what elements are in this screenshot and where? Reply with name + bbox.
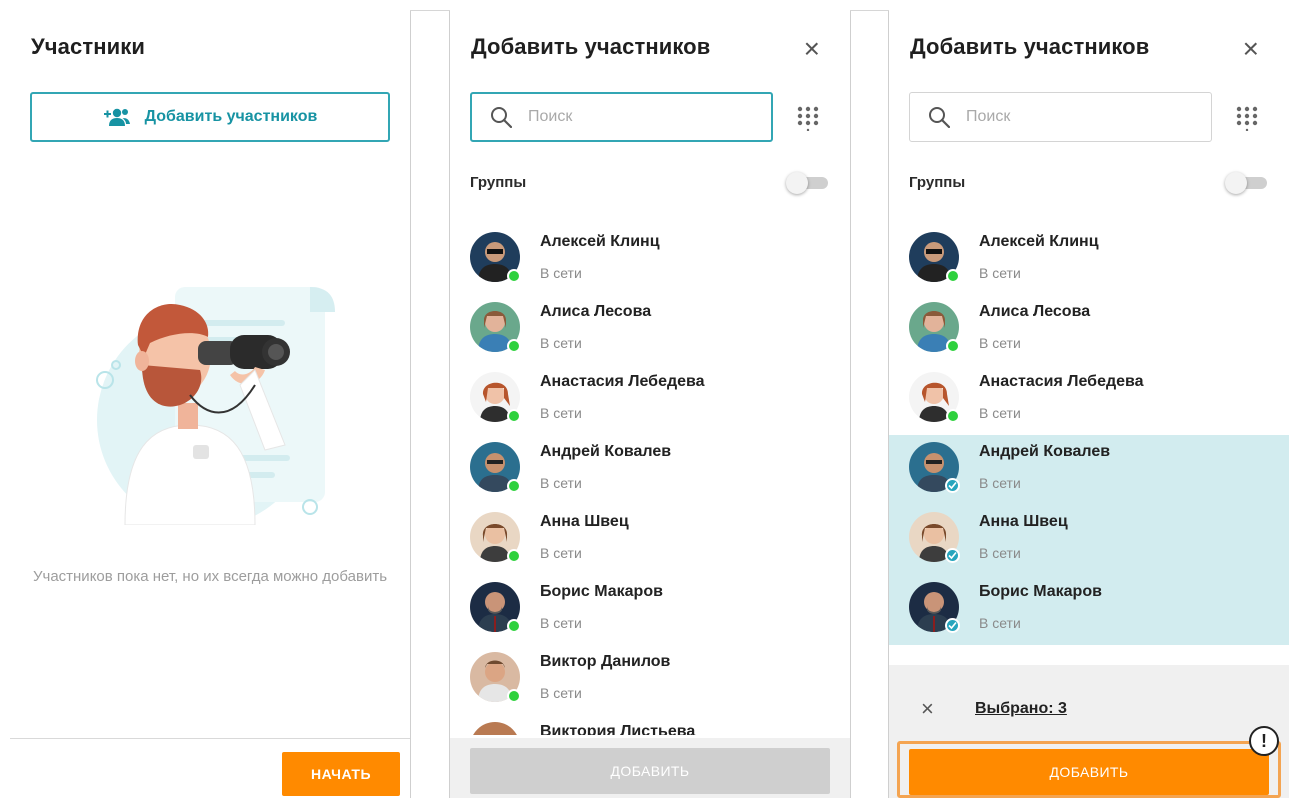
add-participants-label: Добавить участников bbox=[144, 108, 318, 125]
contact-name: Анна Швец bbox=[979, 513, 1068, 530]
contact-item[interactable]: Алиса Лесова В сети bbox=[889, 295, 1289, 365]
check-icon bbox=[945, 548, 960, 563]
contact-name: Анастасия Лебедева bbox=[540, 373, 705, 390]
contact-item-selected[interactable]: Андрей Ковалев В сети bbox=[889, 435, 1289, 505]
selected-count-link[interactable]: Выбрано: 3 bbox=[975, 700, 1067, 718]
contact-item-selected[interactable]: Анна Швец В сети bbox=[889, 505, 1289, 575]
online-status-dot bbox=[946, 269, 960, 283]
participants-panel: Участники Добавить участников Участников… bbox=[10, 10, 410, 798]
contact-status: В сети bbox=[540, 545, 582, 561]
close-icon[interactable]: × bbox=[921, 696, 934, 722]
page-title: Добавить участников bbox=[910, 34, 1150, 59]
contact-item[interactable]: Виктор Данилов В сети bbox=[450, 645, 850, 715]
contact-name: Борис Макаров bbox=[540, 583, 663, 600]
add-participants-button[interactable]: Добавить участников bbox=[30, 92, 390, 142]
toggle-knob bbox=[786, 172, 808, 194]
contact-item[interactable]: Борис Макаров В сети bbox=[450, 575, 850, 645]
contact-name: Алиса Лесова bbox=[540, 303, 652, 320]
contact-item[interactable]: Андрей Ковалев В сети bbox=[450, 435, 850, 505]
warning-icon: ! bbox=[1249, 726, 1279, 756]
close-icon[interactable]: × bbox=[1243, 35, 1259, 63]
contact-item[interactable]: Анастасия Лебедева В сети bbox=[889, 365, 1289, 435]
panel-footer: ДОБАВИТЬ bbox=[450, 738, 850, 798]
toggle-knob bbox=[1225, 172, 1247, 194]
contact-item[interactable]: Анна Швец В сети bbox=[450, 505, 850, 575]
contact-name: Алексей Клинц bbox=[979, 233, 1099, 250]
groups-label: Группы bbox=[470, 174, 527, 191]
close-icon[interactable]: × bbox=[804, 35, 820, 63]
search-icon bbox=[491, 107, 512, 128]
search-input[interactable] bbox=[966, 108, 1166, 126]
contact-name: Алиса Лесова bbox=[979, 303, 1091, 320]
panel-footer: НАЧАТЬ bbox=[10, 738, 410, 798]
contact-name: Алексей Клинц bbox=[540, 233, 660, 250]
contact-item[interactable]: Алексей Клинц В сети bbox=[889, 225, 1289, 295]
contact-name: Виктория Листьева bbox=[540, 723, 696, 735]
online-status-dot bbox=[507, 479, 521, 493]
divider bbox=[410, 10, 411, 798]
add-button[interactable]: ДОБАВИТЬ bbox=[909, 749, 1269, 795]
contact-status: В сети bbox=[979, 335, 1021, 351]
page-title: Добавить участников bbox=[471, 34, 711, 59]
dialpad-icon[interactable] bbox=[795, 105, 821, 131]
add-users-icon bbox=[103, 108, 130, 126]
online-status-dot bbox=[507, 409, 521, 423]
binoculars-illustration bbox=[96, 287, 335, 525]
contact-status: В сети bbox=[979, 545, 1021, 561]
add-participants-panel: Добавить участников × Группы Алексей Кли… bbox=[450, 10, 850, 798]
online-status-dot bbox=[507, 549, 521, 563]
contact-name: Борис Макаров bbox=[979, 583, 1102, 600]
check-icon bbox=[945, 478, 960, 493]
contact-status: В сети bbox=[540, 615, 582, 631]
contact-name: Андрей Ковалев bbox=[979, 443, 1111, 460]
add-participants-panel-selected: Добавить участников × Группы Алексей Кли… bbox=[889, 10, 1289, 798]
search-input[interactable] bbox=[528, 108, 728, 126]
contact-item[interactable]: Алиса Лесова В сети bbox=[450, 295, 850, 365]
contact-item[interactable]: Анастасия Лебедева В сети bbox=[450, 365, 850, 435]
online-status-dot bbox=[946, 409, 960, 423]
contact-list: Алексей Клинц В сети Алиса Лесова В сети… bbox=[450, 225, 850, 735]
online-status-dot bbox=[507, 689, 521, 703]
contact-status: В сети bbox=[979, 405, 1021, 421]
contact-item-selected[interactable]: Борис Макаров В сети bbox=[889, 575, 1289, 645]
contact-status: В сети bbox=[979, 265, 1021, 281]
search-field[interactable] bbox=[470, 92, 773, 142]
contact-list: Алексей Клинц В сети Алиса Лесова В сети… bbox=[889, 225, 1289, 645]
contact-status: В сети bbox=[540, 405, 582, 421]
avatar bbox=[470, 722, 520, 735]
online-status-dot bbox=[507, 339, 521, 353]
groups-label: Группы bbox=[909, 174, 966, 191]
contact-name: Виктор Данилов bbox=[540, 653, 671, 670]
contact-name: Анастасия Лебедева bbox=[979, 373, 1144, 390]
search-icon bbox=[929, 107, 950, 128]
online-status-dot bbox=[507, 269, 521, 283]
search-field[interactable] bbox=[909, 92, 1212, 142]
groups-toggle[interactable] bbox=[1225, 172, 1267, 194]
contact-status: В сети bbox=[540, 475, 582, 491]
contact-status: В сети bbox=[540, 335, 582, 351]
groups-toggle[interactable] bbox=[786, 172, 828, 194]
selection-footer: × Выбрано: 3 ДОБАВИТЬ ! bbox=[889, 665, 1289, 798]
divider bbox=[410, 10, 450, 11]
start-button[interactable]: НАЧАТЬ bbox=[282, 752, 400, 796]
contact-item[interactable]: Виктория Листьева bbox=[450, 715, 850, 735]
online-status-dot bbox=[946, 339, 960, 353]
add-button-disabled: ДОБАВИТЬ bbox=[470, 748, 830, 794]
contact-name: Анна Швец bbox=[540, 513, 629, 530]
contact-name: Андрей Ковалев bbox=[540, 443, 672, 460]
check-icon bbox=[945, 618, 960, 633]
contact-status: В сети bbox=[540, 685, 582, 701]
contact-status: В сети bbox=[540, 265, 582, 281]
contact-item[interactable]: Алексей Клинц В сети bbox=[450, 225, 850, 295]
online-status-dot bbox=[507, 619, 521, 633]
dialpad-icon[interactable] bbox=[1234, 105, 1260, 131]
contact-status: В сети bbox=[979, 475, 1021, 491]
empty-state-text: Участников пока нет, но их всегда можно … bbox=[32, 568, 388, 585]
contact-status: В сети bbox=[979, 615, 1021, 631]
page-title: Участники bbox=[31, 34, 145, 59]
divider bbox=[850, 10, 851, 798]
